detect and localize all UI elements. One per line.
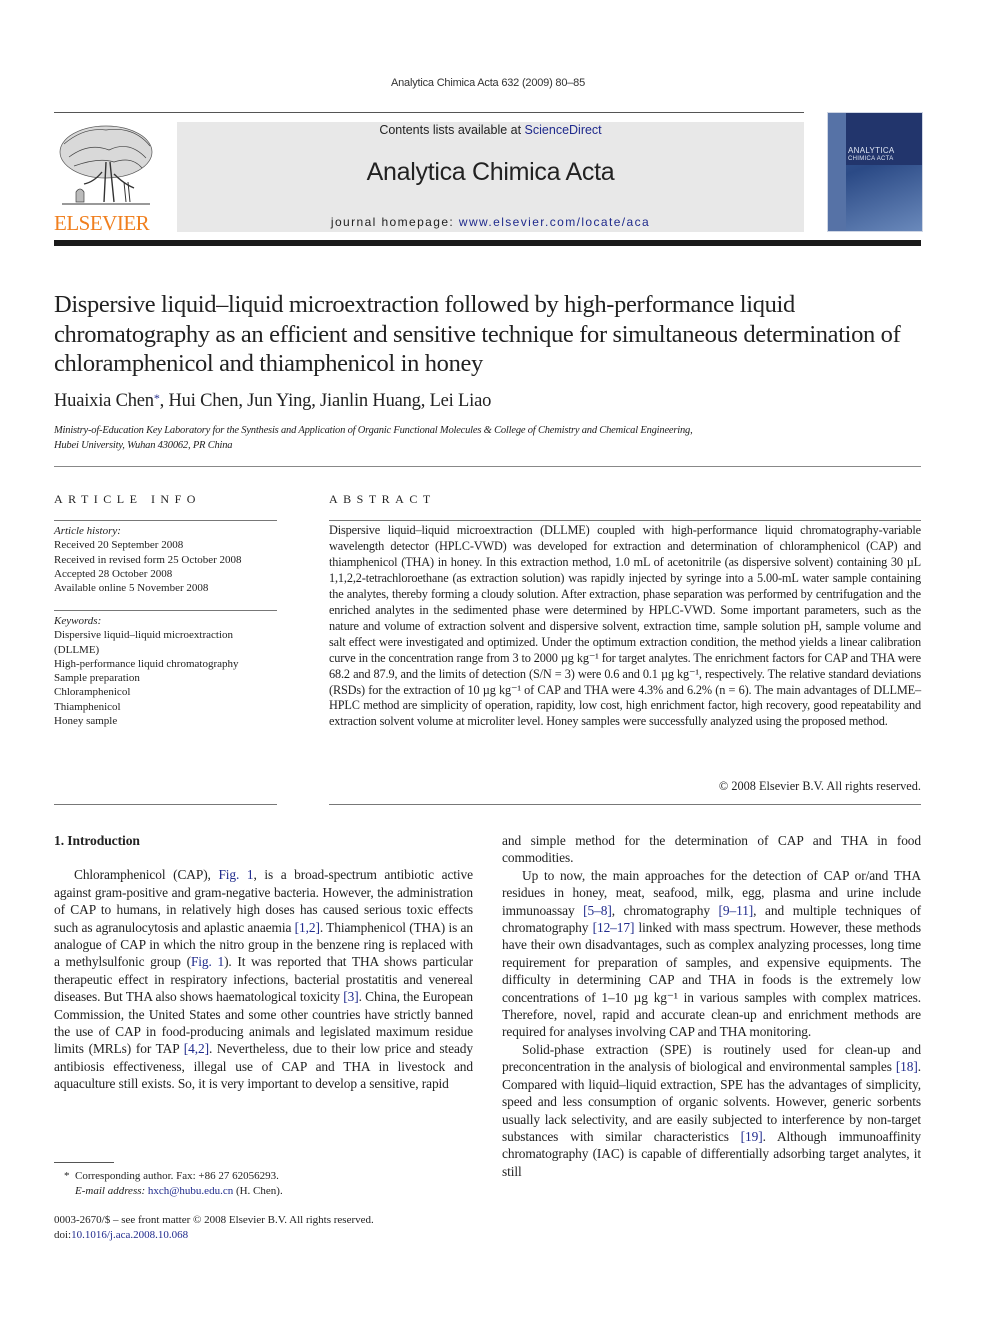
footnotes: * Corresponding author. Fax: +86 27 6205… [54,1169,484,1198]
contents-prefix: Contents lists available at [379,123,525,137]
citation-link-9-11[interactable]: [9–11] [719,903,754,918]
top-rule [54,112,804,113]
history-online: Available online 5 November 2008 [54,582,209,595]
text-run: Chloramphenicol (CAP), [74,867,219,883]
text-run: , chromatography [611,902,719,918]
author-list: Huaixia Chen*, Hui Chen, Jun Ying, Jianl… [54,391,491,412]
header-thick-rule [54,240,921,246]
elsevier-wordmark: ELSEVIER [54,211,150,235]
email-footnote: E-mail address: hxch@hubu.edu.cn (H. Che… [54,1184,484,1199]
journal-name: Analytica Chimica Acta [366,158,615,186]
footnote-mark: * [64,1170,70,1182]
body-left-column: 1. Introduction Chloramphenicol (CAP), F… [54,832,473,1093]
keyword-item: Honey sample [54,715,118,728]
cover-title-line1: ANALYTICA [848,146,895,155]
sciencedirect-link[interactable]: ScienceDirect [525,123,602,137]
citation-link-19[interactable]: [19] [741,1129,763,1144]
running-head: Analytica Chimica Acta 632 (2009) 80–85 [391,77,585,89]
keywords-rule [54,610,277,611]
history-label: Article history: [54,525,121,537]
title-divider [54,466,921,467]
citation-link-18[interactable]: [18] [896,1059,918,1074]
keyword-item: Dispersive liquid–liquid microextraction… [54,629,234,656]
keyword-item: Sample preparation [54,672,140,685]
keyword-item: High-performance liquid chromatography [54,657,239,670]
cover-side-strip [828,113,846,231]
text-run: Solid-phase extraction (SPE) is routinel… [502,1041,921,1075]
article-info-rule [54,520,277,521]
article-history: Article history: Received 20 September 2… [54,524,278,595]
intro-paragraph-3: Solid-phase extraction (SPE) is routinel… [502,1041,921,1180]
other-authors: , Hui Chen, Jun Ying, Jianlin Huang, Lei… [159,391,492,411]
body-right-column: and simple method for the determination … [502,832,921,1180]
abstract-text: Dispersive liquid–liquid microextraction… [329,523,921,729]
history-revised: Received in revised form 25 October 2008 [54,553,242,566]
author-name: Huaixia Chen [54,391,154,411]
cover-title-line2: CHIMICA ACTA [848,156,894,162]
email-label: E-mail address: [75,1184,148,1197]
article-title: Dispersive liquid–liquid microextraction… [54,291,901,377]
citation-link-4-2[interactable]: [4,2] [184,1041,209,1056]
intro-paragraph-1: Chloramphenicol (CAP), Fig. 1, is a broa… [54,866,473,1092]
history-received: Received 20 September 2008 [54,539,184,552]
doi-link[interactable]: 10.1016/j.aca.2008.10.068 [71,1229,188,1241]
doi-line: doi:10.1016/j.aca.2008.10.068 [54,1228,484,1243]
corresponding-author-footnote: * Corresponding author. Fax: +86 27 6205… [54,1169,484,1184]
citation-link-3[interactable]: [3] [343,989,358,1004]
citation-link-12-17[interactable]: [12–17] [593,920,635,935]
homepage-line: journal homepage: www.elsevier.com/locat… [177,215,804,229]
footnote-rule [54,1162,114,1163]
journal-masthead: Contents lists available at ScienceDirec… [177,122,804,232]
figure-link-fig1[interactable]: Fig. 1 [218,867,253,882]
email-link[interactable]: hxch@hubu.edu.cn [148,1185,233,1197]
affiliation-line2: Hubei University, Wuhan 430062, PR China [54,440,233,451]
keyword-item: Chloramphenicol [54,686,131,699]
keywords: Keywords: Dispersive liquid–liquid micro… [54,614,278,728]
homepage-prefix: journal homepage: [330,215,459,229]
abstract-bottom-rule [329,804,921,805]
section-heading-introduction: 1. Introduction [54,833,140,848]
text-run: linked with mass spectrum. However, thes… [502,920,922,1040]
article-info-bottom-rule [54,804,277,805]
issn-line: 0003-2670/$ – see front matter © 2008 El… [54,1214,374,1226]
figure-link-fig1[interactable]: Fig. 1 [191,954,224,969]
issn-doi-block: 0003-2670/$ – see front matter © 2008 El… [54,1213,484,1242]
citation-link-5-8[interactable]: [5–8] [583,903,612,918]
affiliation: Ministry-of-Education Key Laboratory for… [54,423,874,453]
abstract-copyright: © 2008 Elsevier B.V. All rights reserved… [718,779,921,793]
abstract-heading: ABSTRACT [329,492,436,506]
doi-prefix: doi: [54,1228,72,1241]
intro-paragraph-2: Up to now, the main approaches for the d… [502,867,921,1041]
cover-title: ANALYTICA CHIMICA ACTA [848,147,895,163]
abstract-rule [329,520,921,521]
contents-line: Contents lists available at ScienceDirec… [177,123,804,137]
citation-link-1-2[interactable]: [1,2] [295,920,320,935]
journal-cover-image: ANALYTICA CHIMICA ACTA [827,112,923,232]
history-accepted: Accepted 28 October 2008 [54,567,173,580]
keywords-label: Keywords: [54,615,102,627]
corresponding-author-text: Corresponding author. Fax: +86 27 620562… [75,1170,279,1182]
email-suffix: (H. Chen). [233,1184,283,1197]
journal-homepage-link[interactable]: www.elsevier.com/locate/aca [459,215,650,229]
affiliation-line1: Ministry-of-Education Key Laboratory for… [54,425,693,436]
article-info-heading: ARTICLE INFO [54,492,201,506]
intro-paragraph-1-continued: and simple method for the determination … [502,833,921,866]
keyword-item: Thiamphenicol [54,700,121,713]
